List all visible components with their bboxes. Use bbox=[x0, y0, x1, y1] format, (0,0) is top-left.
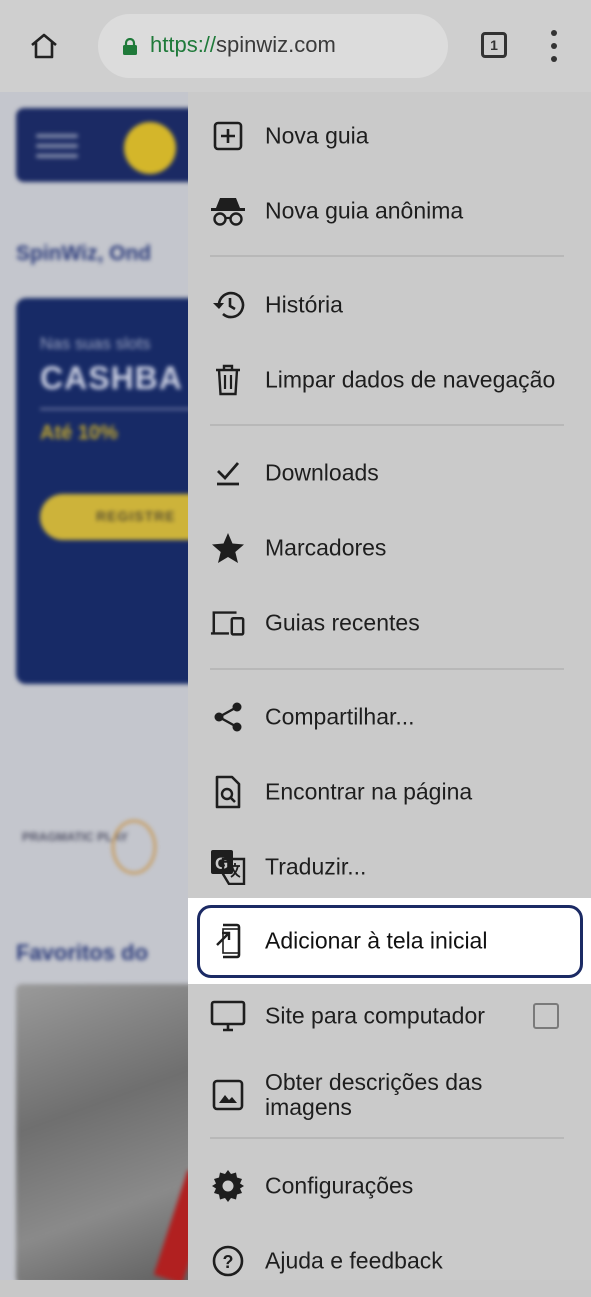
home-icon bbox=[31, 33, 57, 59]
menu-item-settings[interactable]: Configurações bbox=[188, 1150, 591, 1222]
url-bar[interactable]: https://spinwiz.com bbox=[98, 14, 448, 78]
browser-toolbar: https://spinwiz.com 1 bbox=[0, 0, 591, 92]
menu-item-downloads[interactable]: Downloads bbox=[188, 437, 591, 509]
share-icon bbox=[210, 699, 246, 735]
promo-percent: Até 10% bbox=[40, 422, 118, 444]
settings-gear-icon bbox=[210, 1168, 246, 1204]
menu-item-translate[interactable]: G Traduzir... bbox=[188, 831, 591, 903]
menu-item-label: Adicionar à tela inicial bbox=[265, 927, 488, 954]
provider-logo-icon bbox=[112, 820, 156, 874]
translate-icon: G bbox=[210, 849, 246, 885]
incognito-icon bbox=[210, 193, 246, 229]
tab-switcher-icon[interactable]: 1 bbox=[481, 32, 507, 58]
menu-item-label: Encontrar na página bbox=[265, 778, 473, 805]
site-tagline: SpinWiz, Ond bbox=[16, 242, 152, 265]
lock-icon bbox=[123, 38, 137, 55]
menu-item-recent-tabs[interactable]: Guias recentes bbox=[188, 587, 591, 659]
desktop-site-checkbox[interactable] bbox=[533, 1003, 559, 1029]
site-menu-icon bbox=[36, 134, 78, 164]
site-header bbox=[16, 108, 216, 182]
menu-item-label: Obter descrições das imagens bbox=[265, 1069, 483, 1120]
add-to-home-screen-icon bbox=[210, 923, 246, 959]
menu-divider bbox=[210, 1137, 564, 1139]
menu-item-label: Nova guia bbox=[265, 122, 369, 149]
menu-item-add-to-home-screen[interactable]: Adicionar à tela inicial bbox=[188, 905, 591, 977]
menu-item-find-in-page[interactable]: Encontrar na página bbox=[188, 756, 591, 828]
menu-item-share[interactable]: Compartilhar... bbox=[188, 681, 591, 753]
menu-item-history[interactable]: História bbox=[188, 269, 591, 341]
download-icon bbox=[210, 455, 246, 491]
svg-text:?: ? bbox=[223, 1252, 234, 1272]
menu-item-desktop-site[interactable]: Site para computador bbox=[188, 980, 591, 1052]
menu-item-label: História bbox=[265, 291, 343, 318]
url-host: spinwiz.com bbox=[216, 32, 336, 57]
menu-divider bbox=[210, 255, 564, 257]
menu-item-label: Nova guia anônima bbox=[265, 197, 464, 224]
menu-item-label: Site para computador bbox=[265, 1002, 485, 1029]
menu-item-label: Compartilhar... bbox=[265, 703, 415, 730]
menu-item-incognito-tab[interactable]: Nova guia anônima bbox=[188, 175, 591, 247]
url-scheme: https:// bbox=[150, 32, 217, 57]
star-icon bbox=[210, 530, 246, 566]
menu-item-bookmarks[interactable]: Marcadores bbox=[188, 512, 591, 584]
url-text: https://spinwiz.com bbox=[150, 32, 336, 58]
promo-title: CASHBA bbox=[40, 360, 183, 396]
menu-item-label: Configurações bbox=[265, 1172, 414, 1199]
menu-divider bbox=[210, 424, 564, 426]
menu-divider bbox=[210, 668, 564, 670]
menu-item-label: Limpar dados de navegação bbox=[265, 366, 556, 393]
promo-banner: Nas suas slots CASHBA Até 10% REGISTRE bbox=[16, 298, 240, 684]
menu-item-label: Downloads bbox=[265, 459, 379, 486]
history-icon bbox=[210, 287, 246, 323]
find-in-page-icon bbox=[210, 774, 246, 810]
menu-item-label: Traduzir... bbox=[265, 853, 367, 880]
menu-item-label: Guias recentes bbox=[265, 609, 420, 636]
more-vert-icon[interactable] bbox=[546, 30, 562, 62]
desktop-icon bbox=[210, 998, 246, 1034]
menu-item-label: Marcadores bbox=[265, 534, 387, 561]
trash-icon bbox=[210, 362, 246, 398]
menu-item-new-tab[interactable]: Nova guia bbox=[188, 100, 591, 172]
menu-item-help-feedback[interactable]: ? Ajuda e feedback bbox=[188, 1225, 591, 1297]
devices-icon bbox=[210, 605, 246, 641]
menu-item-image-descriptions[interactable]: Obter descrições das imagens bbox=[188, 1055, 591, 1135]
svg-text:G: G bbox=[215, 854, 228, 873]
menu-item-label: Ajuda e feedback bbox=[265, 1247, 443, 1274]
image-description-icon bbox=[210, 1077, 246, 1113]
help-icon: ? bbox=[210, 1243, 246, 1279]
home-button[interactable] bbox=[22, 26, 66, 66]
new-tab-icon bbox=[210, 118, 246, 154]
favorites-title: Favoritos do bbox=[16, 940, 149, 965]
promo-subtitle: Nas suas slots bbox=[40, 334, 151, 353]
site-search-icon bbox=[124, 122, 176, 174]
promo-register-label: REGISTRE bbox=[96, 508, 176, 524]
menu-item-clear-browsing-data[interactable]: Limpar dados de navegação bbox=[188, 344, 591, 416]
